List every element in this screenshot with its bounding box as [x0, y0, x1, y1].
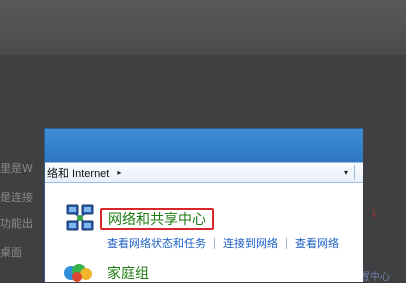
homegroup-link[interactable]: 家庭组: [107, 263, 149, 282]
link-divider: [214, 237, 215, 249]
background-text-line: 功能出: [0, 217, 33, 230]
background-header: [0, 0, 406, 55]
network-sharing-center-link[interactable]: 网络和共享中心: [108, 209, 206, 229]
network-task-links: 查看网络状态和任务 连接到网络 查看网络: [107, 235, 339, 251]
background-text-line: 是连接: [0, 191, 33, 204]
explorer-window: 络和 Internet ▸ ▾ 网络和共享中心 查看网络状态和任务 连接到网络: [44, 128, 363, 282]
breadcrumb[interactable]: 络和 Internet: [45, 165, 109, 181]
breadcrumb-arrow-icon[interactable]: ▸: [117, 168, 121, 177]
content-pane: 网络和共享中心 查看网络状态和任务 连接到网络 查看网络 家庭组: [45, 183, 363, 282]
connect-to-network-link[interactable]: 连接到网络: [223, 235, 278, 251]
background-text-line: 桌面: [0, 246, 22, 259]
address-divider: [354, 165, 355, 180]
network-icon[interactable]: [65, 203, 95, 233]
address-bar[interactable]: 络和 Internet ▸ ▾: [45, 162, 363, 183]
view-network-link[interactable]: 查看网络: [295, 235, 339, 251]
chevron-down-icon[interactable]: ▾: [339, 163, 353, 182]
homegroup-icon[interactable]: [63, 261, 93, 282]
link-divider: [286, 237, 287, 249]
highlight-box: 网络和共享中心: [100, 208, 214, 230]
view-network-status-link[interactable]: 查看网络状态和任务: [107, 235, 206, 251]
background-text-line: 里是W: [0, 162, 33, 175]
window-frame: [45, 129, 363, 162]
